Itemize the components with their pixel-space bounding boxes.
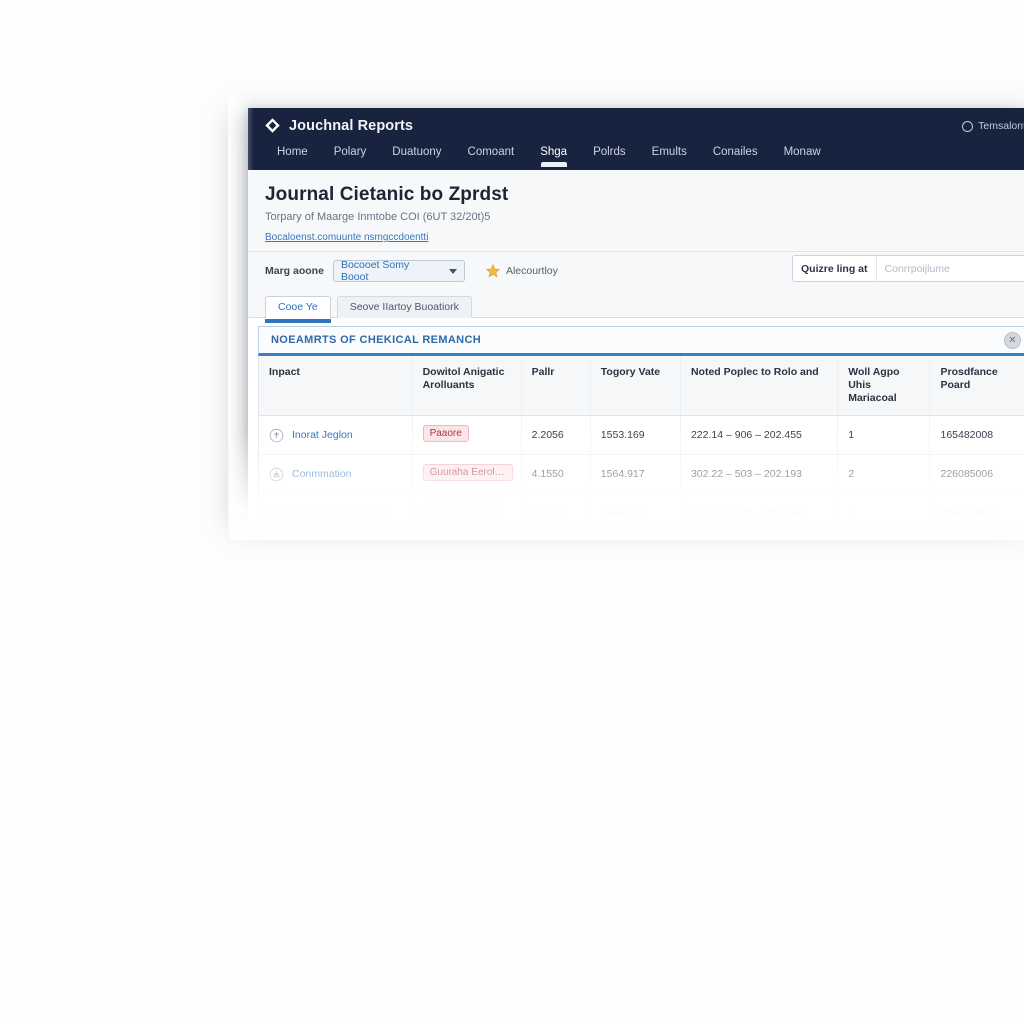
cell-prov[interactable]: 226085006: [929, 454, 1024, 495]
controls-row: Marg aoone Bocooet Somy Booot Alecourtlo…: [248, 252, 1024, 292]
tab-seove-iiartoy[interactable]: Seove IIartoy Buoatiork: [336, 296, 472, 318]
cell-wells: 1: [837, 415, 931, 456]
top-navbar: Jouchnal Reports Temsalont Home Polary D…: [248, 108, 1024, 170]
close-circle-icon[interactable]: ✕: [1004, 332, 1021, 349]
cell-noted: 202.42 – 722 – 200.134: [680, 493, 839, 520]
search-addon-label: Quizre ling at: [793, 256, 877, 281]
section-banner-title: NOEAMRTS OF CHEKICAL REMANCH: [271, 334, 482, 346]
page-header: Journal Cietanic bo Zprdst Torpary of Ma…: [248, 170, 1024, 274]
table-header-row: Inpact Dowitol Anigatic Arolluants Pallr…: [259, 356, 1024, 417]
page-header-link[interactable]: Bocaloenst.comuunte nsmgccdoentti: [265, 232, 428, 243]
cell-wells: 2: [837, 454, 931, 495]
scope-select-value: Bocooet Somy Booot: [340, 259, 410, 283]
cell-noted: 302.22 – 503 – 202.193: [680, 454, 839, 495]
cell-agent: Conmmelitors: [412, 493, 522, 520]
col-header-prov[interactable]: Prosdfance Poard: [929, 356, 1024, 417]
search-group: Quizre ling at: [792, 255, 1024, 282]
nav-link-monaw[interactable]: Monaw: [771, 142, 834, 167]
col-header-noted[interactable]: Noted Poplec to Rolo and: [680, 356, 839, 417]
agent-badge: Conmmelitors: [422, 503, 499, 520]
cell-pair: 2.2056: [521, 415, 591, 456]
table-row[interactable]: Conmmation Guuraha Eeroluss 4.1550 1564.…: [259, 454, 1024, 495]
nav-link-conailes[interactable]: Conailes: [700, 142, 771, 167]
col-header-impact[interactable]: Inpact: [259, 356, 413, 417]
screen: Jouchnal Reports Temsalont Home Polary D…: [0, 0, 1024, 1024]
impact-link[interactable]: Hrigley Aule Aoglonn: [292, 507, 389, 519]
page-subtitle: Torpary of Maarge Inmtobe COI (6UT 32/20…: [265, 211, 491, 223]
favorite-group[interactable]: Alecourtloy: [485, 263, 558, 278]
navbar-status-label: Temsalont: [978, 120, 1024, 132]
cell-target: 1553.169: [590, 415, 681, 456]
cell-impact: Hrigley Aule Aoglonn: [259, 493, 413, 520]
shield-circle-icon: [269, 467, 284, 482]
search-input[interactable]: [876, 256, 1024, 281]
navbar-links: Home Polary Duatuony Comoant Shga Polrds…: [264, 142, 834, 167]
tab-cooe-ye[interactable]: Cooe Ye: [265, 296, 331, 323]
navbar-status[interactable]: Temsalont: [962, 120, 1024, 132]
badge-circle-icon: [269, 506, 284, 520]
chevron-down-icon: [448, 268, 457, 274]
badge-circle-icon: [269, 428, 284, 443]
table-row[interactable]: Inorat Jeglon Paaore 2.2056 1553.169 222…: [259, 415, 1024, 456]
cell-pair: 4.1550: [521, 454, 591, 495]
cell-wells: 4: [837, 493, 931, 520]
globe-icon: [962, 120, 974, 132]
cell-pair: 2.5722: [521, 493, 591, 520]
cell-target: 1564.315: [590, 493, 681, 520]
col-header-target[interactable]: Togory Vate: [590, 356, 681, 417]
scope-select[interactable]: Bocooet Somy Booot: [332, 259, 465, 283]
results-table-wrap: Inpact Dowitol Anigatic Arolluants Pallr…: [258, 356, 1024, 520]
brand[interactable]: Jouchnal Reports: [264, 117, 413, 134]
star-icon: [485, 263, 501, 278]
cell-impact: Inorat Jeglon: [259, 415, 413, 456]
impact-link[interactable]: Conmmation: [292, 468, 352, 480]
cell-noted: 222.14 – 906 – 202.455: [680, 415, 839, 456]
nav-link-polrds[interactable]: Polrds: [580, 142, 639, 167]
cell-impact: Conmmation: [259, 454, 413, 495]
favorite-label: Alecourtloy: [505, 265, 558, 277]
nav-link-shga[interactable]: Shga: [527, 142, 580, 167]
col-header-wells[interactable]: Woll Agpo Uhis Mariacoal: [837, 356, 931, 417]
app-window: Jouchnal Reports Temsalont Home Polary D…: [248, 108, 1024, 520]
results-table: Inpact Dowitol Anigatic Arolluants Pallr…: [259, 356, 1024, 520]
cell-prov[interactable]: 165482008: [929, 415, 1024, 456]
nav-link-emults[interactable]: Emults: [639, 142, 700, 167]
table-row[interactable]: Hrigley Aule Aoglonn Conmmelitors 2.5722…: [259, 493, 1024, 520]
col-header-agent[interactable]: Dowitol Anigatic Arolluants: [412, 356, 522, 417]
brand-text: Jouchnal Reports: [289, 117, 414, 134]
cell-agent: Guuraha Eeroluss: [412, 454, 522, 495]
nav-link-polary[interactable]: Polary: [321, 142, 380, 167]
tab-bar: Cooe Ye Seove IIartoy Buoatiork: [248, 292, 1024, 323]
page-title: Journal Cietanic bo Zprdst: [265, 184, 509, 205]
nav-link-comoant[interactable]: Comoant: [455, 142, 528, 167]
cell-prov[interactable]: 234431002: [929, 493, 1024, 520]
cell-target: 1564.917: [590, 454, 681, 495]
cell-agent: Paaore: [412, 415, 522, 456]
filter-label: Marg aoone: [265, 265, 324, 277]
agent-badge: Guuraha Eeroluss: [422, 464, 513, 482]
nav-link-duatuony[interactable]: Duatuony: [379, 142, 454, 167]
nav-link-home[interactable]: Home: [264, 142, 321, 167]
impact-link[interactable]: Inorat Jeglon: [292, 429, 353, 441]
diamond-logo-icon: [264, 117, 281, 134]
section-banner: NOEAMRTS OF CHEKICAL REMANCH ✕: [258, 326, 1024, 356]
agent-badge: Paaore: [422, 425, 469, 443]
col-header-pair[interactable]: Pallr: [521, 356, 591, 417]
